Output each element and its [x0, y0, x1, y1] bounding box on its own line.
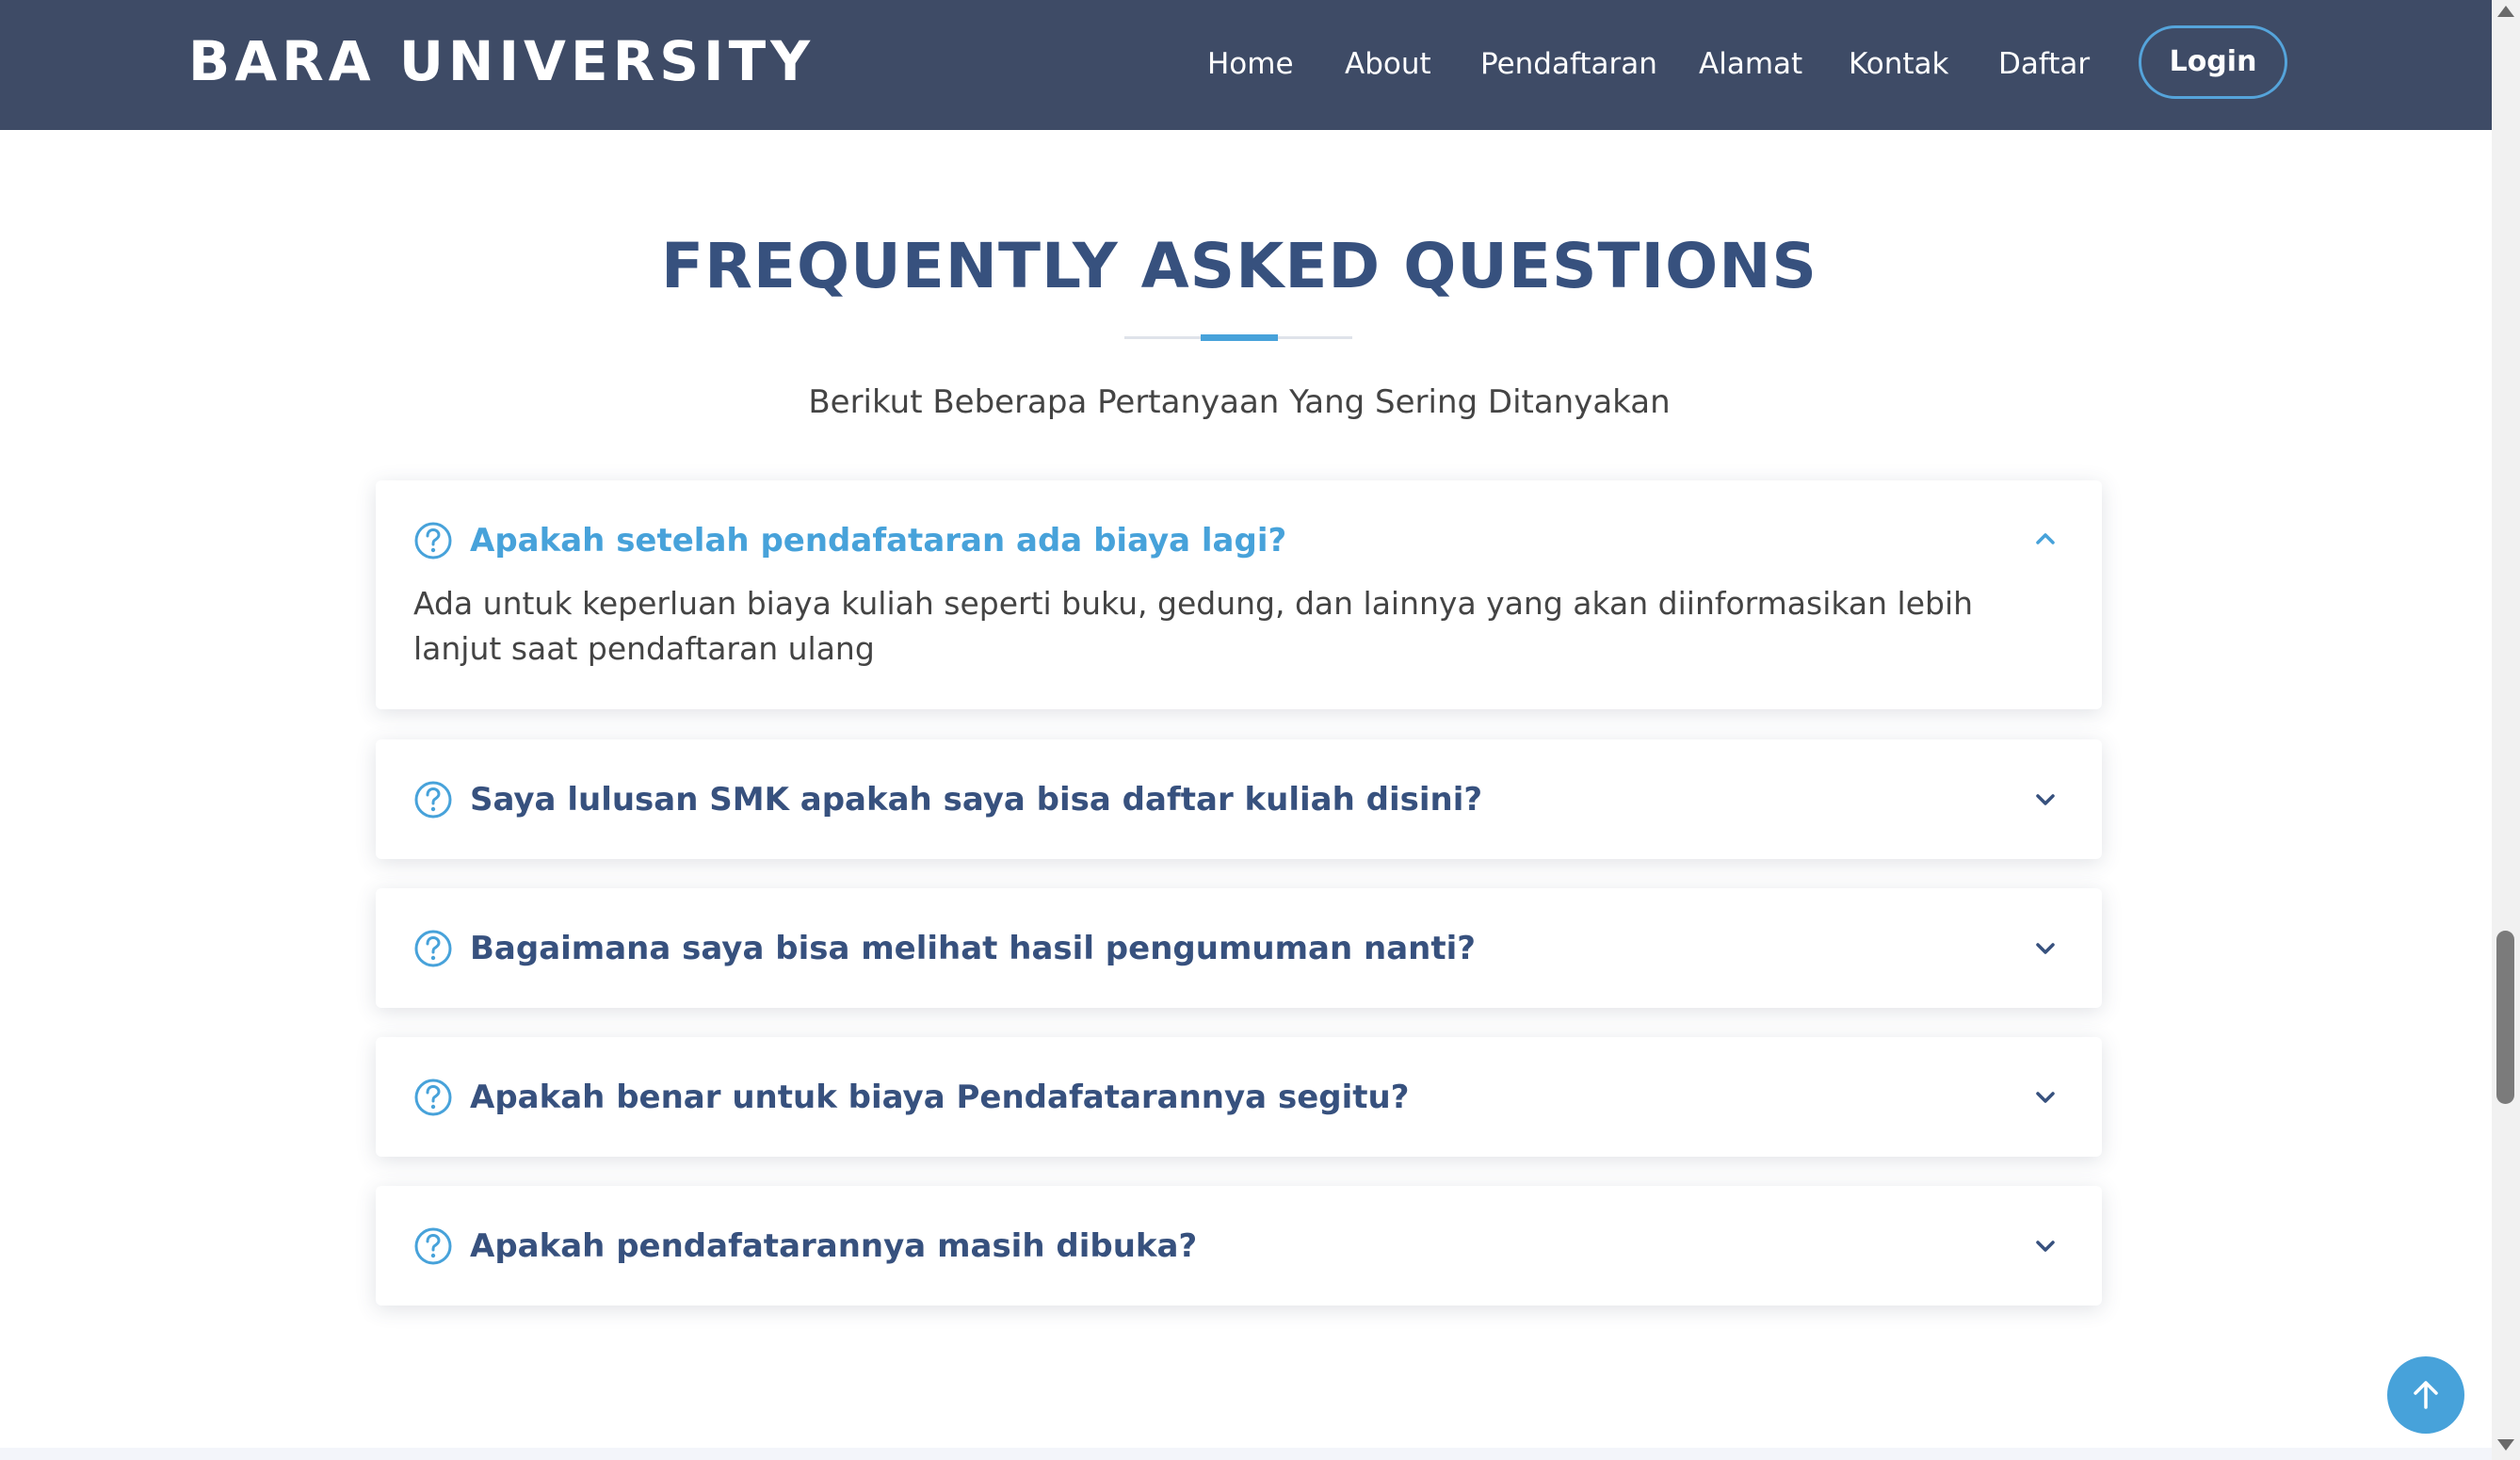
login-button[interactable]: Login	[2139, 25, 2287, 99]
faq-item[interactable]: Apakah setelah pendafataran ada biaya la…	[376, 480, 2102, 709]
nav-alamat[interactable]: Alamat	[1699, 41, 1802, 87]
faq-question[interactable]: Saya lulusan SMK apakah saya bisa daftar…	[470, 777, 2008, 822]
scroll-down-arrow[interactable]	[2497, 1439, 2514, 1451]
faq-question[interactable]: Apakah benar untuk biaya Pendafatarannya…	[470, 1075, 2008, 1120]
question-circle-icon	[414, 781, 452, 819]
scrollbar-thumb[interactable]	[2496, 931, 2514, 1104]
faq-answer: Ada untuk keperluan biaya kuliah seperti…	[413, 585, 1974, 667]
chevron-down-icon[interactable]	[2032, 1084, 2059, 1111]
nav-about[interactable]: About	[1345, 41, 1431, 87]
question-circle-icon	[414, 522, 452, 560]
nav-home[interactable]: Home	[1207, 41, 1294, 87]
section-title: FREQUENTLY ASKED QUESTIONS	[661, 230, 1817, 302]
question-circle-icon	[414, 930, 452, 967]
section-subtitle: Berikut Beberapa Pertanyaan Yang Sering …	[808, 383, 1671, 421]
scroll-up-arrow[interactable]	[2497, 6, 2514, 17]
question-circle-icon	[414, 1227, 452, 1265]
arrow-up-icon	[2414, 1381, 2438, 1409]
main-nav: Home About Pendaftaran Alamat Kontak Daf…	[0, 0, 2492, 130]
faq-question[interactable]: Bagaimana saya bisa melihat hasil pengum…	[470, 926, 2008, 971]
scrollbar-track[interactable]	[2492, 0, 2520, 1460]
site-header: BARA UNIVERSITY Home About Pendaftaran A…	[0, 0, 2492, 130]
chevron-up-icon[interactable]	[2032, 526, 2059, 552]
nav-daftar[interactable]: Daftar	[1998, 41, 2090, 87]
faq-item[interactable]: Apakah pendafatarannya masih dibuka?	[376, 1186, 2102, 1306]
nav-pendaftaran[interactable]: Pendaftaran	[1480, 41, 1657, 87]
faq-item[interactable]: Bagaimana saya bisa melihat hasil pengum…	[376, 888, 2102, 1008]
back-to-top-button[interactable]	[2387, 1356, 2464, 1434]
faq-item[interactable]: Apakah benar untuk biaya Pendafatarannya…	[376, 1037, 2102, 1157]
chevron-down-icon[interactable]	[2032, 787, 2059, 813]
faq-question[interactable]: Apakah setelah pendafataran ada biaya la…	[470, 518, 2008, 563]
chevron-down-icon[interactable]	[2032, 935, 2059, 962]
chevron-down-icon[interactable]	[2032, 1233, 2059, 1259]
faq-question[interactable]: Apakah pendafatarannya masih dibuka?	[470, 1224, 2008, 1269]
faq-item[interactable]: Saya lulusan SMK apakah saya bisa daftar…	[376, 739, 2102, 859]
question-circle-icon	[414, 1079, 452, 1116]
footer-edge	[0, 1448, 2492, 1460]
nav-kontak[interactable]: Kontak	[1849, 41, 1949, 87]
title-divider-accent	[1201, 334, 1278, 341]
